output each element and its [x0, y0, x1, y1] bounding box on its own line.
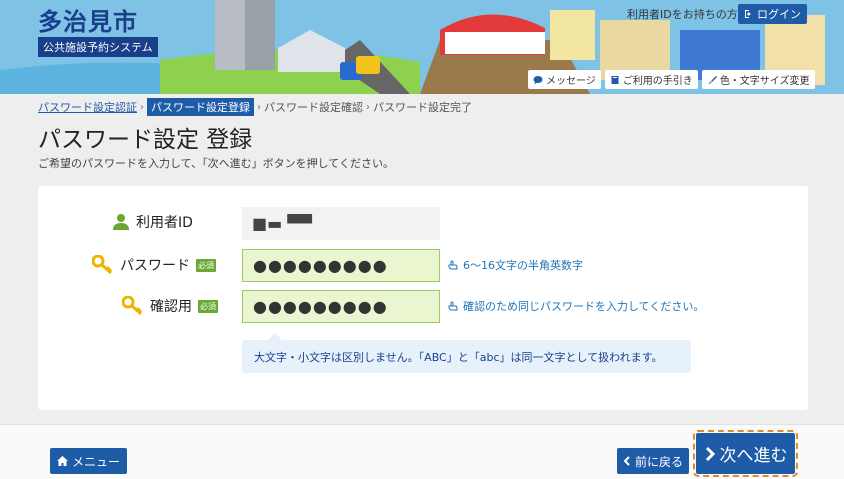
header-links: メッセージ ご利用の手引き 色・文字サイズ変更 [528, 70, 815, 89]
confirm-label: 確認用 [150, 299, 192, 315]
case-insensitive-note: 大文字・小文字は区別しません。「ABC」と「abc」は同一文字として扱われます。 [242, 333, 691, 373]
site-header: 多治見市 公共施設予約システム 利用者IDをお持ちの方 ログイン メッセージ ご… [0, 0, 844, 94]
next-button[interactable]: 次へ進む [693, 430, 798, 477]
required-badge: 必須 [196, 258, 216, 272]
confirm-hint-text: 確認のため同じパスワードを入力してください。 [463, 300, 705, 313]
password-label-row: パスワード 必須 [92, 255, 216, 275]
password-hint: 6～16文字の半角英数字 [448, 257, 583, 273]
messages-link[interactable]: メッセージ [528, 70, 601, 89]
key-icon [122, 296, 143, 316]
menu-button-label: メニュー [72, 454, 121, 469]
user-id-label: 利用者ID [136, 215, 193, 231]
user-id-value: ■▬ ▀▀ [242, 207, 440, 240]
breadcrumb-step-complete: パスワード設定完了 [373, 101, 472, 114]
login-label: ログイン [757, 8, 801, 21]
home-icon [57, 456, 68, 466]
confirm-label-row: 確認用 必須 [122, 296, 218, 316]
messages-label: メッセージ [546, 76, 596, 87]
next-button-label: 次へ進む [719, 446, 788, 466]
system-name: 公共施設予約システム [38, 37, 158, 57]
display-settings-link[interactable]: 色・文字サイズ変更 [701, 70, 815, 89]
login-icon [745, 10, 751, 18]
confirm-password-input[interactable]: ●●●●●●●●● [242, 290, 440, 323]
chevron-left-icon [623, 456, 630, 466]
city-name: 多治見市 [38, 8, 138, 36]
book-icon [611, 75, 619, 84]
back-button[interactable]: 前に戻る [617, 448, 690, 474]
key-icon [92, 255, 113, 275]
brush-icon [707, 75, 717, 84]
chevron-right-icon: › [140, 101, 144, 113]
password-form-panel: 利用者ID ■▬ ▀▀ パスワード 必須 ●●●●●●●●● 6～16文字の半角… [38, 186, 808, 410]
pointing-hand-icon [448, 259, 458, 269]
breadcrumb-step-confirm: パスワード設定確認 [264, 101, 363, 114]
user-icon [113, 214, 129, 230]
breadcrumb-step-auth[interactable]: パスワード設定認証 [38, 99, 137, 115]
speech-bubble-icon [533, 75, 543, 84]
chevron-right-icon: › [257, 101, 261, 113]
menu-button[interactable]: メニュー [50, 448, 128, 474]
page-description: ご希望のパスワードを入力して、「次へ進む」ボタンを押してください。 [38, 157, 394, 170]
required-badge: 必須 [198, 299, 218, 313]
login-button[interactable]: ログイン [738, 4, 807, 24]
confirm-hint: 確認のため同じパスワードを入力してください。 [448, 298, 704, 314]
guide-link[interactable]: ご利用の手引き [604, 70, 698, 89]
chevron-right-icon: › [366, 101, 370, 113]
login-hint: 利用者IDをお持ちの方 [627, 8, 738, 21]
password-label: パスワード [120, 258, 190, 274]
user-id-label-row: 利用者ID [112, 212, 193, 232]
password-input[interactable]: ●●●●●●●●● [242, 249, 440, 282]
chevron-right-icon [705, 446, 715, 461]
display-settings-label: 色・文字サイズ変更 [719, 76, 810, 87]
guide-label: ご利用の手引き [622, 76, 693, 87]
breadcrumb-step-register: パスワード設定登録 [147, 98, 254, 116]
back-button-label: 前に戻る [635, 454, 684, 469]
password-hint-text: 6～16文字の半角英数字 [463, 259, 583, 272]
pointing-hand-icon [448, 300, 458, 310]
footer-bar: メニュー 前に戻る 次へ進む [0, 424, 844, 479]
page-title: パスワード設定 登録 [38, 127, 253, 153]
breadcrumb: パスワード設定認証 › パスワード設定登録 › パスワード設定確認 › パスワー… [38, 98, 472, 116]
